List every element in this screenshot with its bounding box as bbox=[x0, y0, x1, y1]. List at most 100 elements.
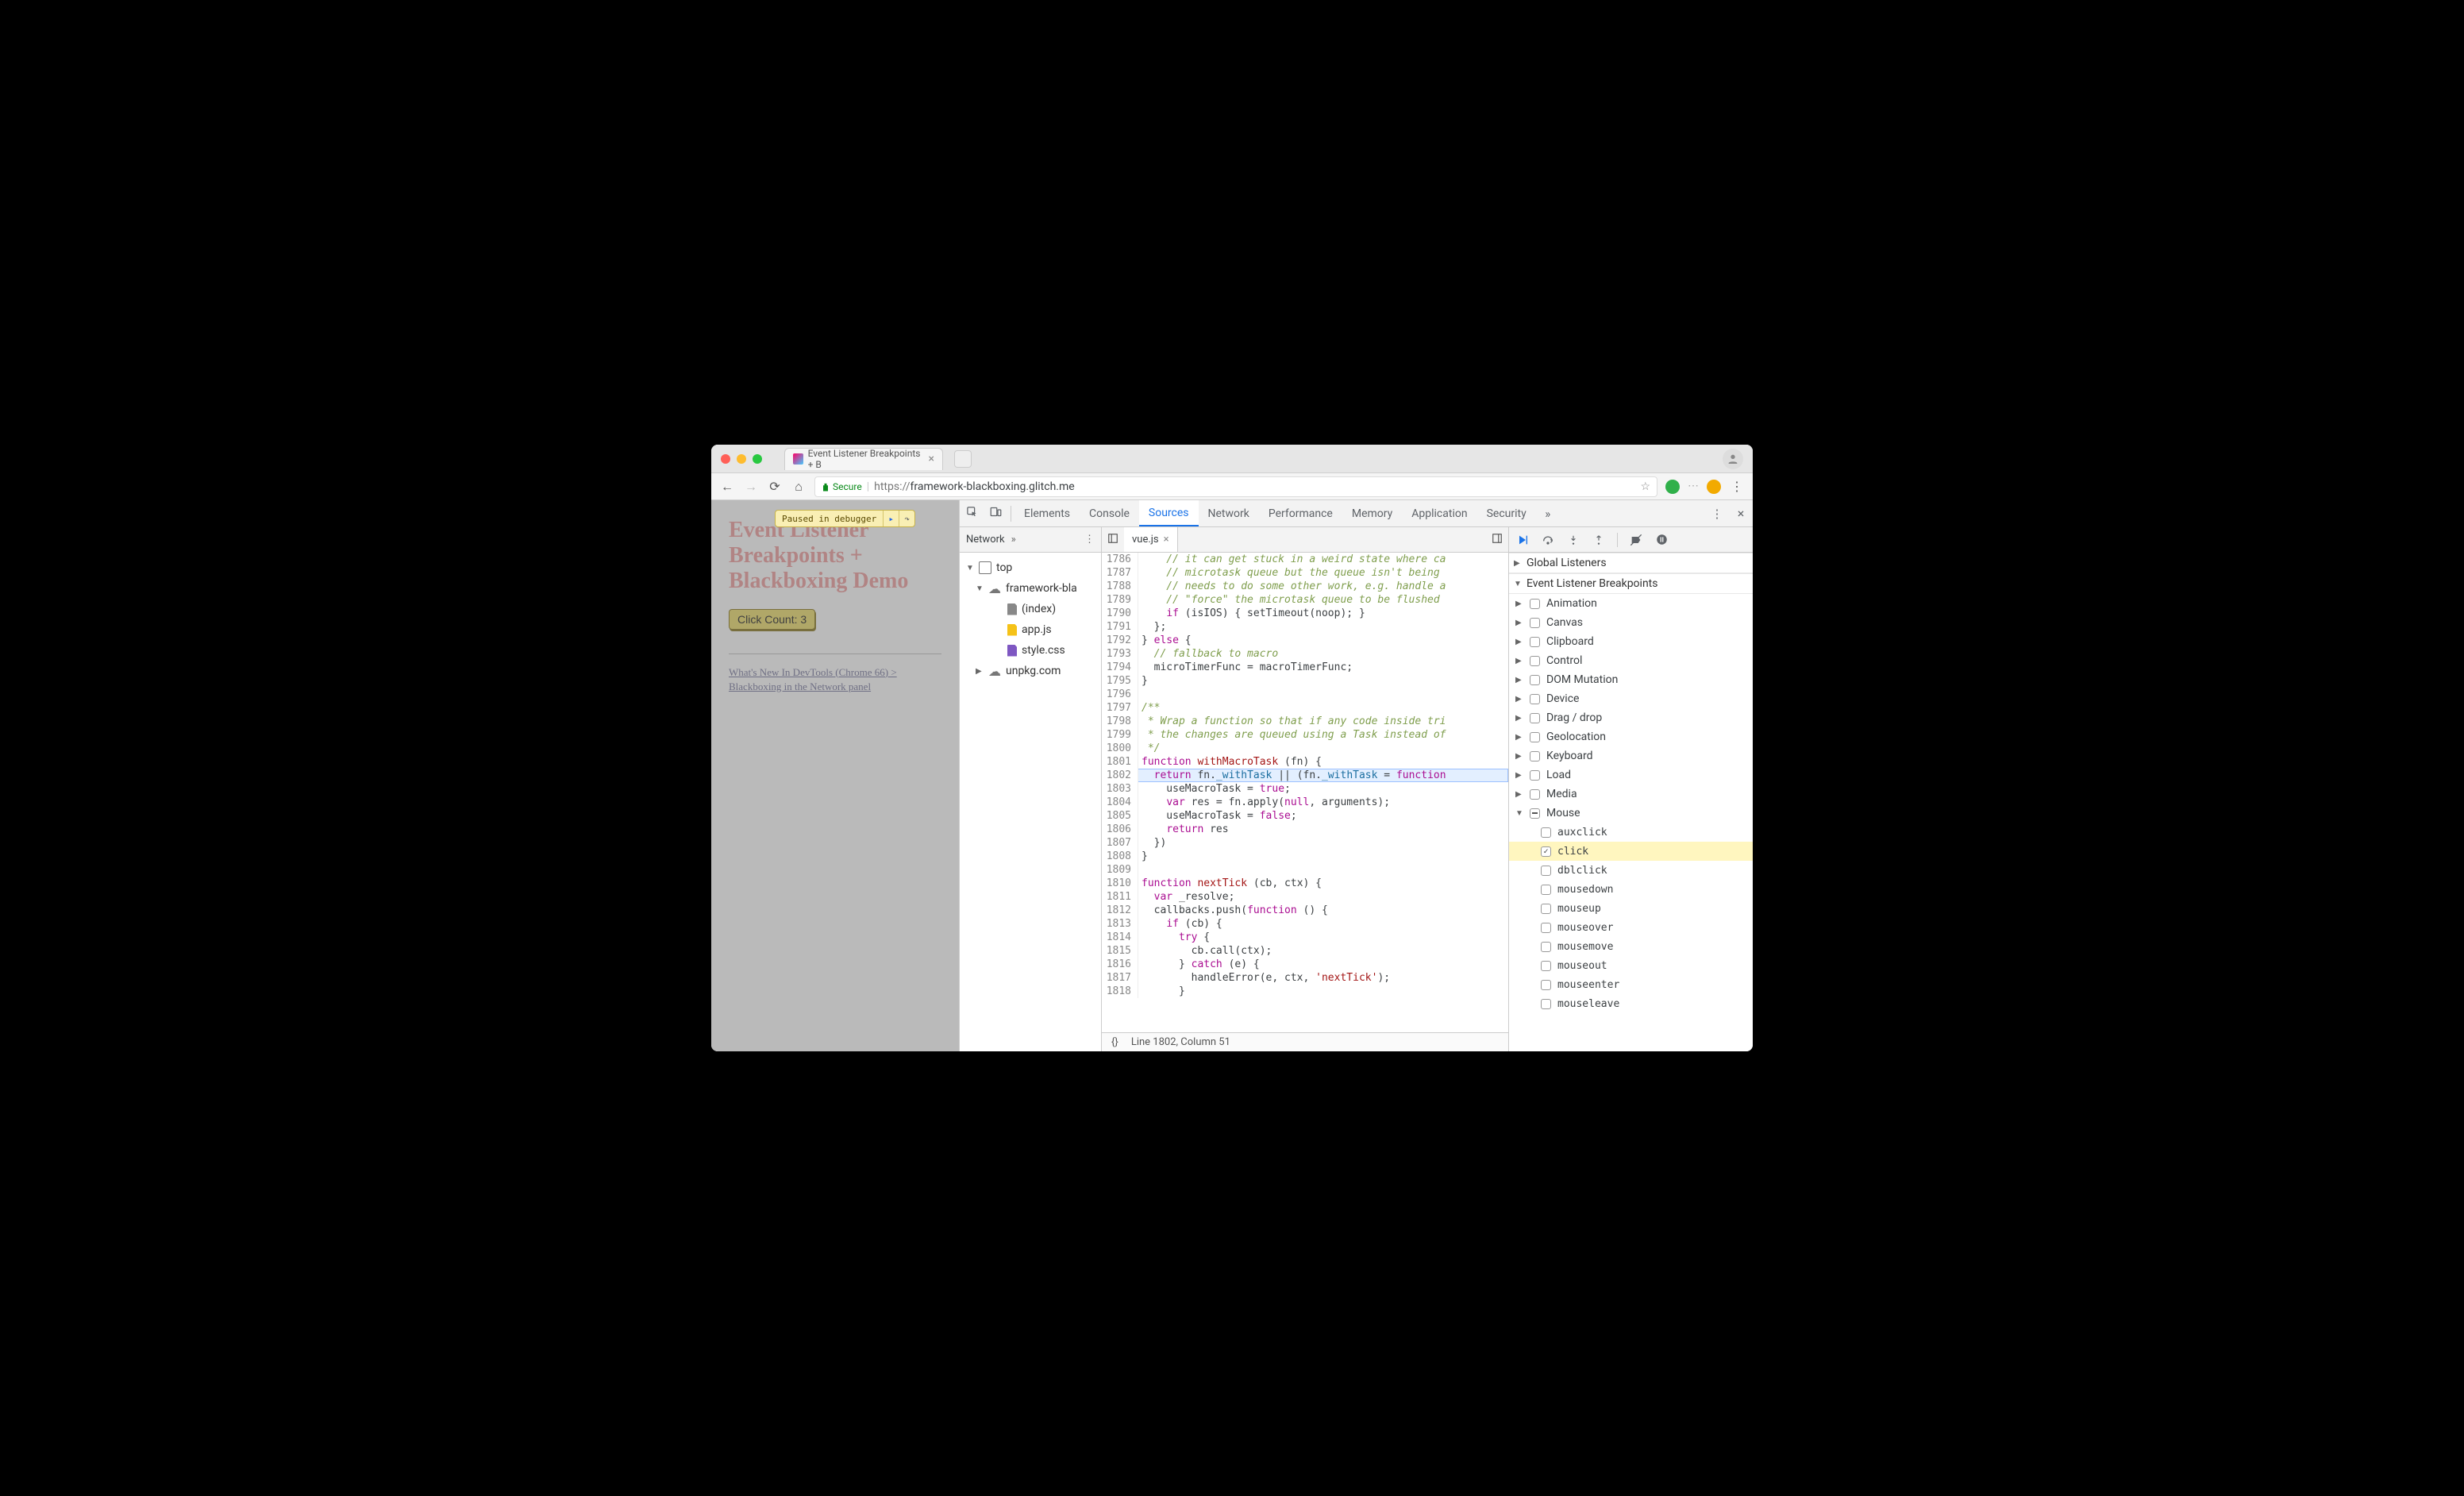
devtools-tab-console[interactable]: Console bbox=[1080, 500, 1139, 526]
click-count-button[interactable]: Click Count: 3 bbox=[729, 609, 815, 630]
line-number[interactable]: 1793 bbox=[1102, 647, 1138, 661]
elb-event[interactable]: mousedown bbox=[1509, 880, 1753, 899]
new-tab-button[interactable] bbox=[954, 450, 972, 468]
line-number[interactable]: 1789 bbox=[1102, 593, 1138, 607]
forward-button[interactable]: → bbox=[743, 479, 759, 495]
step-over-button[interactable] bbox=[1539, 531, 1557, 549]
checkbox-icon[interactable] bbox=[1541, 885, 1551, 895]
line-number[interactable]: 1810 bbox=[1102, 877, 1138, 890]
deactivate-breakpoints-button[interactable] bbox=[1627, 531, 1645, 549]
line-number[interactable]: 1801 bbox=[1102, 755, 1138, 769]
line-number[interactable]: 1817 bbox=[1102, 971, 1138, 985]
code-line[interactable]: 1816 } catch (e) { bbox=[1102, 958, 1508, 971]
elb-category[interactable]: ▶Control bbox=[1509, 651, 1753, 670]
devtools-tab-network[interactable]: Network bbox=[1199, 500, 1259, 526]
devtools-tab-sources[interactable]: Sources bbox=[1139, 500, 1199, 526]
line-number[interactable]: 1799 bbox=[1102, 728, 1138, 742]
elb-event[interactable]: click bbox=[1509, 842, 1753, 861]
extension-green-icon[interactable] bbox=[1665, 480, 1680, 494]
reload-button[interactable]: ⟳ bbox=[767, 479, 783, 494]
back-button[interactable]: ← bbox=[719, 479, 735, 495]
code-line[interactable]: 1805 useMacroTask = false; bbox=[1102, 809, 1508, 823]
tree-host-unpkg[interactable]: ▶ unpkg.com bbox=[960, 661, 1101, 681]
checkbox-icon[interactable] bbox=[1530, 732, 1540, 742]
line-number[interactable]: 1816 bbox=[1102, 958, 1138, 971]
code-line[interactable]: 1810function nextTick (cb, ctx) { bbox=[1102, 877, 1508, 890]
extension-overflow-icon[interactable]: ⋯ bbox=[1688, 480, 1699, 494]
line-number[interactable]: 1805 bbox=[1102, 809, 1138, 823]
code-line[interactable]: 1787 // microtask queue but the queue is… bbox=[1102, 566, 1508, 580]
pretty-print-icon[interactable]: {} bbox=[1111, 1036, 1118, 1048]
zoom-window-icon[interactable] bbox=[753, 454, 762, 464]
code-line[interactable]: 1809 bbox=[1102, 863, 1508, 877]
elb-category[interactable]: ▶Device bbox=[1509, 689, 1753, 708]
line-number[interactable]: 1797 bbox=[1102, 701, 1138, 715]
elb-event[interactable]: mouseup bbox=[1509, 899, 1753, 918]
url-input[interactable]: Secure | https://framework-blackboxing.g… bbox=[814, 476, 1657, 497]
code-line[interactable]: 1793 // fallback to macro bbox=[1102, 647, 1508, 661]
code-line[interactable]: 1817 handleError(e, ctx, 'nextTick'); bbox=[1102, 971, 1508, 985]
tree-top-frame[interactable]: ▼ top bbox=[960, 557, 1101, 578]
devtools-tab-memory[interactable]: Memory bbox=[1342, 500, 1402, 526]
code-line[interactable]: 1818 } bbox=[1102, 985, 1508, 998]
step-into-button[interactable] bbox=[1565, 531, 1582, 549]
checkbox-icon[interactable] bbox=[1530, 770, 1540, 781]
navigator-menu-icon[interactable]: ⋮ bbox=[1084, 534, 1095, 546]
code-line[interactable]: 1802 return fn._withTask || (fn._withTas… bbox=[1102, 769, 1508, 782]
elb-category[interactable]: ▶Canvas bbox=[1509, 613, 1753, 632]
elb-category[interactable]: ▶DOM Mutation bbox=[1509, 670, 1753, 689]
close-tab-icon[interactable]: × bbox=[929, 453, 934, 465]
code-line[interactable]: 1794 microTimerFunc = macroTimerFunc; bbox=[1102, 661, 1508, 674]
toggle-debugger-icon[interactable] bbox=[1486, 533, 1508, 547]
line-number[interactable]: 1795 bbox=[1102, 674, 1138, 688]
elb-category[interactable]: ▶Drag / drop bbox=[1509, 708, 1753, 727]
line-number[interactable]: 1787 bbox=[1102, 566, 1138, 580]
checkbox-icon[interactable] bbox=[1541, 846, 1551, 857]
line-number[interactable]: 1812 bbox=[1102, 904, 1138, 917]
code-line[interactable]: 1804 var res = fn.apply(null, arguments)… bbox=[1102, 796, 1508, 809]
home-button[interactable]: ⌂ bbox=[791, 479, 807, 495]
minimize-window-icon[interactable] bbox=[737, 454, 746, 464]
checkbox-icon[interactable] bbox=[1530, 656, 1540, 666]
bookmark-star-icon[interactable]: ☆ bbox=[1640, 480, 1650, 493]
checkbox-icon[interactable] bbox=[1541, 980, 1551, 990]
line-number[interactable]: 1815 bbox=[1102, 944, 1138, 958]
checkbox-icon[interactable] bbox=[1530, 713, 1540, 723]
code-line[interactable]: 1792} else { bbox=[1102, 634, 1508, 647]
code-line[interactable]: 1790 if (isIOS) { setTimeout(noop); } bbox=[1102, 607, 1508, 620]
close-editor-tab-icon[interactable]: × bbox=[1164, 534, 1169, 546]
elb-event[interactable]: mousemove bbox=[1509, 937, 1753, 956]
code-line[interactable]: 1798 * Wrap a function so that if any co… bbox=[1102, 715, 1508, 728]
line-number[interactable]: 1806 bbox=[1102, 823, 1138, 836]
tree-file[interactable]: (index) bbox=[960, 599, 1101, 619]
close-window-icon[interactable] bbox=[721, 454, 730, 464]
devtools-tab-elements[interactable]: Elements bbox=[1014, 500, 1080, 526]
checkbox-icon[interactable] bbox=[1530, 675, 1540, 685]
devtools-tab-performance[interactable]: Performance bbox=[1259, 500, 1342, 526]
secure-badge[interactable]: Secure bbox=[822, 481, 862, 492]
elb-event[interactable]: dblclick bbox=[1509, 861, 1753, 880]
code-line[interactable]: 1811 var _resolve; bbox=[1102, 890, 1508, 904]
code-line[interactable]: 1786 // it can get stuck in a weird stat… bbox=[1102, 553, 1508, 566]
checkbox-icon[interactable] bbox=[1530, 694, 1540, 704]
browser-tab[interactable]: Event Listener Breakpoints + B × bbox=[784, 448, 943, 470]
code-line[interactable]: 1800 */ bbox=[1102, 742, 1508, 755]
code-viewport[interactable]: 1786 // it can get stuck in a weird stat… bbox=[1102, 553, 1508, 1032]
elb-event[interactable]: mouseover bbox=[1509, 918, 1753, 937]
line-number[interactable]: 1790 bbox=[1102, 607, 1138, 620]
checkbox-icon[interactable] bbox=[1541, 961, 1551, 971]
code-line[interactable]: 1803 useMacroTask = true; bbox=[1102, 782, 1508, 796]
devtools-whatsnew-link[interactable]: What's New In DevTools (Chrome 66) > Bla… bbox=[729, 666, 897, 692]
devtools-close-icon[interactable]: × bbox=[1729, 506, 1753, 521]
elb-event[interactable]: mouseenter bbox=[1509, 975, 1753, 994]
step-out-button[interactable] bbox=[1590, 531, 1607, 549]
devtools-overflow-icon[interactable]: » bbox=[1536, 507, 1560, 521]
navigator-overflow-icon[interactable]: » bbox=[1011, 534, 1016, 546]
elb-category[interactable]: ▶Geolocation bbox=[1509, 727, 1753, 746]
code-line[interactable]: 1806 return res bbox=[1102, 823, 1508, 836]
elb-category[interactable]: ▶Keyboard bbox=[1509, 746, 1753, 765]
code-line[interactable]: 1807 }) bbox=[1102, 836, 1508, 850]
code-line[interactable]: 1801function withMacroTask (fn) { bbox=[1102, 755, 1508, 769]
code-line[interactable]: 1815 cb.call(ctx); bbox=[1102, 944, 1508, 958]
tree-host[interactable]: ▼ framework-bla bbox=[960, 578, 1101, 599]
